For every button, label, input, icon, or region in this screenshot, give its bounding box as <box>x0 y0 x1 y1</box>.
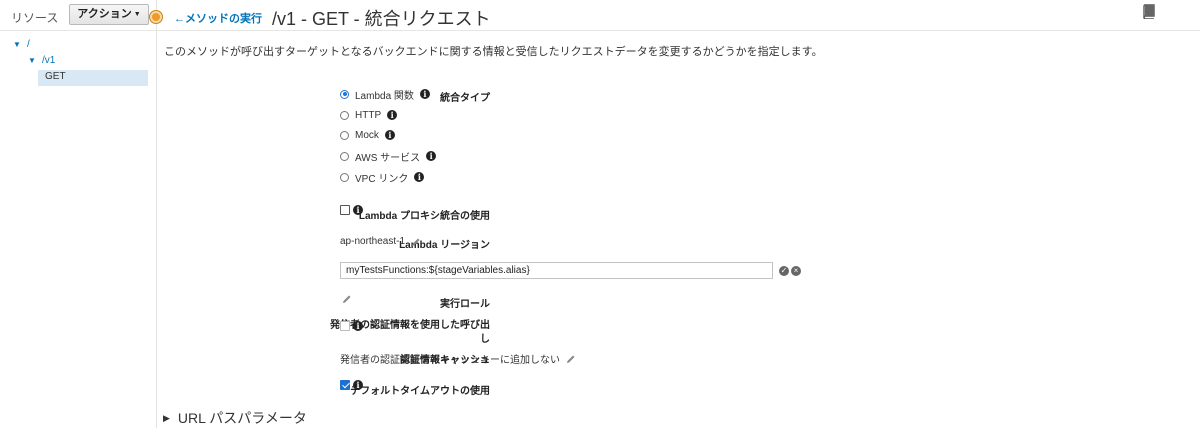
book-icon[interactable] <box>1142 4 1156 19</box>
tree-item-v1[interactable]: ▼ /v1 <box>0 54 150 70</box>
resources-sidebar: リソース アクション ▼ ▼ / ▼ /v1 GET <box>0 0 157 428</box>
lambda-proxy-checkbox[interactable] <box>340 205 350 215</box>
info-icon[interactable]: i <box>384 130 395 140</box>
page-header: ←メソッドの実行 /v1 - GET - 統合リクエスト <box>157 0 1200 31</box>
tree-item-label: /v1 <box>42 55 56 66</box>
back-to-method-execution-link[interactable]: ←メソッドの実行 <box>174 10 262 26</box>
x-circle-icon[interactable]: × <box>791 266 801 276</box>
tree-item-label: / <box>27 39 30 50</box>
radio-button[interactable] <box>340 89 349 99</box>
radio-label: Lambda 関数 <box>355 90 414 102</box>
info-icon[interactable]: i <box>353 321 363 331</box>
pencil-icon[interactable] <box>342 294 352 304</box>
radio-vpc-link[interactable]: VPC リンク i <box>340 170 425 185</box>
radio-button[interactable] <box>340 110 349 120</box>
radio-http[interactable]: HTTP i <box>340 108 398 122</box>
pencil-icon[interactable] <box>411 237 421 247</box>
caller-credentials-checkbox[interactable] <box>340 321 350 331</box>
execution-role-label: 実行ロール <box>440 299 490 310</box>
radio-label: AWS サービス <box>355 152 421 164</box>
caret-down-icon[interactable]: ▼ <box>28 56 36 65</box>
lambda-proxy-label: Lambda プロキシ統合の使用 <box>358 211 490 222</box>
info-icon[interactable]: i <box>414 172 425 182</box>
radio-label: Mock <box>355 129 379 141</box>
default-timeout-checkbox[interactable] <box>340 380 350 390</box>
url-path-parameters-toggle[interactable]: ▶ URL パスパラメータ <box>163 408 307 428</box>
tree-item-get[interactable]: GET <box>38 70 148 86</box>
default-timeout-field: i <box>340 380 363 390</box>
radio-label: HTTP <box>355 109 382 121</box>
radio-lambda-function[interactable]: Lambda 関数 i <box>340 87 430 102</box>
lambda-region-field: ap-northeast-1 <box>340 236 421 247</box>
radio-button[interactable] <box>340 130 349 140</box>
info-icon[interactable]: i <box>419 89 430 99</box>
page-title: /v1 - GET - 統合リクエスト <box>272 9 491 29</box>
check-circle-icon[interactable]: ✓ <box>779 266 789 276</box>
caller-credentials-field: i <box>340 321 363 331</box>
caller-credentials-label-line2: し <box>480 334 490 345</box>
caret-right-icon: ▶ <box>163 412 170 423</box>
credentials-cache-value: 発信者の認証情報をキャッシュキーに追加しない <box>340 355 560 366</box>
actions-dropdown-button[interactable]: アクション ▼ <box>69 4 149 25</box>
radio-button[interactable] <box>340 151 349 161</box>
caret-down-icon[interactable]: ▼ <box>13 40 21 49</box>
execution-role-field <box>340 294 352 304</box>
caret-down-icon: ▼ <box>133 11 141 18</box>
info-icon[interactable]: i <box>426 151 437 161</box>
tree-item-label: GET <box>45 71 66 82</box>
credentials-cache-field: 発信者の認証情報をキャッシュキーに追加しない <box>340 351 576 366</box>
caller-credentials-label: 発信者の認証情報を使用した呼び出 し <box>300 319 490 347</box>
info-icon[interactable]: i <box>387 110 398 120</box>
actions-label: アクション <box>77 8 132 20</box>
caller-credentials-label-line1: 発信者の認証情報を使用した呼び出 <box>330 320 490 331</box>
info-icon[interactable]: i <box>353 205 363 215</box>
radio-label: VPC リンク <box>355 173 409 185</box>
sidebar-title: リソース <box>11 11 59 25</box>
default-timeout-label: デフォルトタイムアウトの使用 <box>350 386 490 397</box>
radio-button[interactable] <box>340 172 349 182</box>
tree-item-root[interactable]: ▼ / <box>0 38 150 54</box>
page-description: このメソッドが呼び出すターゲットとなるバックエンドに関する情報と受信したリクエス… <box>164 46 823 58</box>
back-arrow-icon: ← <box>174 13 185 25</box>
lambda-proxy-field: i <box>340 205 363 215</box>
url-path-parameters-label: URL パスパラメータ <box>177 410 307 426</box>
pencil-icon[interactable] <box>566 354 576 364</box>
main-panel: ←メソッドの実行 /v1 - GET - 統合リクエスト このメソッドが呼び出す… <box>157 0 1200 428</box>
radio-aws-service[interactable]: AWS サービス i <box>340 149 437 164</box>
lambda-function-input[interactable] <box>340 262 773 279</box>
info-icon[interactable]: i <box>353 380 363 390</box>
resource-tree: ▼ / ▼ /v1 GET <box>0 38 150 86</box>
radio-mock[interactable]: Mock i <box>340 128 395 142</box>
back-link-label: メソッドの実行 <box>185 13 262 25</box>
sidebar-header: リソース アクション ▼ <box>0 0 156 31</box>
lambda-region-value: ap-northeast-1 <box>340 236 406 247</box>
